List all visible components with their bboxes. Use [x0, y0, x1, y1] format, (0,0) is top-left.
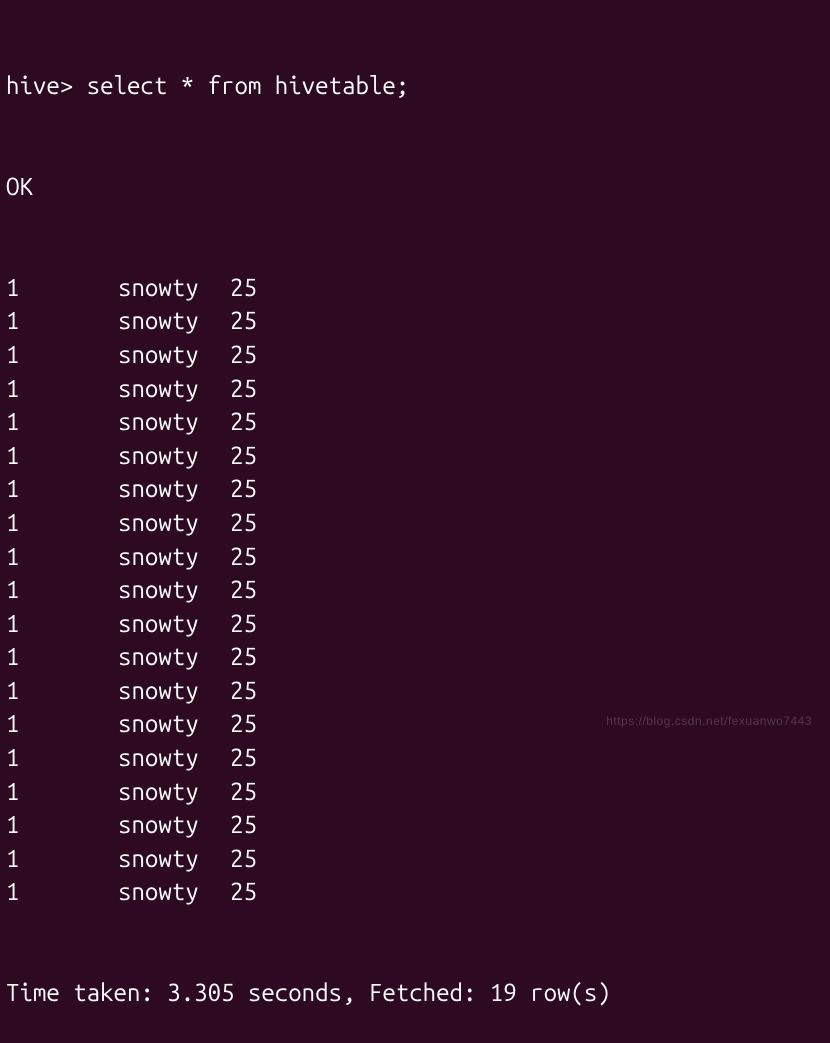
cell-col1: 1 [6, 472, 118, 506]
cell-col3: 25 [230, 775, 257, 809]
table-row: 1snowty25 [6, 405, 824, 439]
cell-col3: 25 [230, 405, 257, 439]
cell-col1: 1 [6, 271, 118, 305]
cell-col1: 1 [6, 607, 118, 641]
table-row: 1snowty25 [6, 372, 824, 406]
table-row: 1snowty25 [6, 808, 824, 842]
cell-col2: snowty [118, 707, 230, 741]
watermark-text: https://blog.csdn.net/fexuanwo7443 [606, 713, 812, 730]
table-row: 1snowty25 [6, 573, 824, 607]
table-row: 1snowty25 [6, 540, 824, 574]
cell-col2: snowty [118, 506, 230, 540]
table-row: 1snowty25 [6, 304, 824, 338]
cell-col1: 1 [6, 775, 118, 809]
cell-col3: 25 [230, 640, 257, 674]
cell-col1: 1 [6, 741, 118, 775]
cell-col3: 25 [230, 439, 257, 473]
cell-col2: snowty [118, 439, 230, 473]
cell-col2: snowty [118, 674, 230, 708]
cell-col1: 1 [6, 674, 118, 708]
cell-col3: 25 [230, 271, 257, 305]
cell-col1: 1 [6, 372, 118, 406]
cell-col2: snowty [118, 640, 230, 674]
cell-col2: snowty [118, 775, 230, 809]
table-row: 1snowty25 [6, 741, 824, 775]
result-rows: 1snowty251snowty251snowty251snowty251sno… [6, 271, 824, 909]
cell-col3: 25 [230, 607, 257, 641]
cell-col2: snowty [118, 372, 230, 406]
cell-col2: snowty [118, 741, 230, 775]
cell-col1: 1 [6, 405, 118, 439]
cell-col3: 25 [230, 540, 257, 574]
cell-col3: 25 [230, 372, 257, 406]
cell-col2: snowty [118, 875, 230, 909]
cell-col3: 25 [230, 573, 257, 607]
cell-col1: 1 [6, 439, 118, 473]
terminal-output: hive> select * from hivetable; OK 1snowt… [6, 2, 824, 1043]
cell-col1: 1 [6, 304, 118, 338]
cell-col1: 1 [6, 640, 118, 674]
table-row: 1snowty25 [6, 607, 824, 641]
sql-command: select * from hivetable; [87, 69, 410, 103]
cell-col2: snowty [118, 607, 230, 641]
cell-col3: 25 [230, 875, 257, 909]
cell-col1: 1 [6, 808, 118, 842]
cell-col1: 1 [6, 573, 118, 607]
cell-col3: 25 [230, 674, 257, 708]
cell-col2: snowty [118, 842, 230, 876]
cell-col1: 1 [6, 506, 118, 540]
table-row: 1snowty25 [6, 640, 824, 674]
cell-col3: 25 [230, 472, 257, 506]
cell-col1: 1 [6, 540, 118, 574]
cell-col2: snowty [118, 573, 230, 607]
timing-line: Time taken: 3.305 seconds, Fetched: 19 r… [6, 976, 824, 1010]
cell-col2: snowty [118, 405, 230, 439]
cell-col3: 25 [230, 808, 257, 842]
cell-col3: 25 [230, 842, 257, 876]
cell-col2: snowty [118, 338, 230, 372]
cell-col3: 25 [230, 506, 257, 540]
table-row: 1snowty25 [6, 674, 824, 708]
cell-col1: 1 [6, 842, 118, 876]
cell-col1: 1 [6, 707, 118, 741]
cell-col1: 1 [6, 338, 118, 372]
table-row: 1snowty25 [6, 439, 824, 473]
cell-col3: 25 [230, 707, 257, 741]
cell-col2: snowty [118, 808, 230, 842]
cell-col3: 25 [230, 741, 257, 775]
cell-col3: 25 [230, 304, 257, 338]
table-row: 1snowty25 [6, 506, 824, 540]
status-line: OK [6, 170, 824, 204]
cell-col2: snowty [118, 271, 230, 305]
cell-col3: 25 [230, 338, 257, 372]
table-row: 1snowty25 [6, 842, 824, 876]
command-line[interactable]: hive> select * from hivetable; [6, 69, 824, 103]
cell-col2: snowty [118, 472, 230, 506]
cell-col1: 1 [6, 875, 118, 909]
shell-prompt: hive> [6, 69, 87, 103]
table-row: 1snowty25 [6, 472, 824, 506]
table-row: 1snowty25 [6, 775, 824, 809]
table-row: 1snowty25 [6, 271, 824, 305]
cell-col2: snowty [118, 540, 230, 574]
cell-col2: snowty [118, 304, 230, 338]
table-row: 1snowty25 [6, 875, 824, 909]
table-row: 1snowty25 [6, 338, 824, 372]
